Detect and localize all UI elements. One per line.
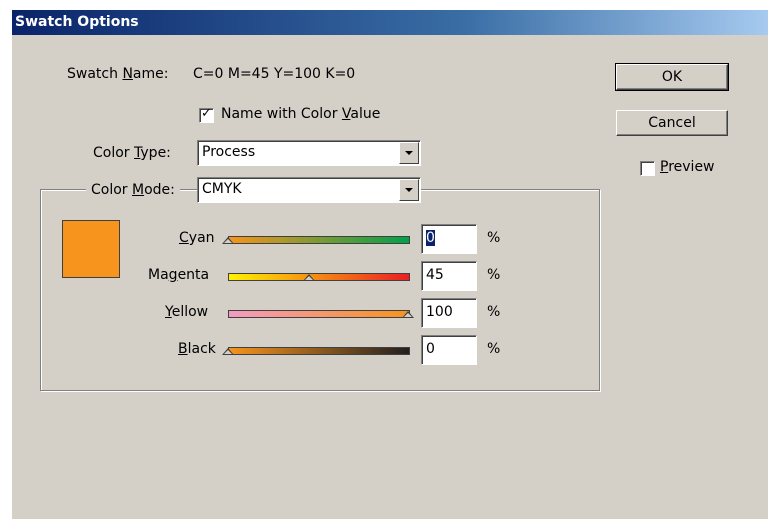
magenta-slider-thumb[interactable] (303, 274, 315, 281)
yellow-percent: % (487, 304, 501, 320)
preview-checkbox[interactable] (640, 161, 655, 176)
magenta-percent: % (487, 267, 501, 283)
color-type-select[interactable]: Process (197, 140, 421, 166)
name-with-color-value-label: Name with Color Value (221, 106, 381, 122)
color-mode-label: Color Mode: (86, 182, 180, 198)
color-mode-group (40, 189, 600, 391)
magenta-input[interactable]: 45 (421, 261, 477, 291)
color-swatch-preview (62, 220, 120, 278)
cyan-label: Cyan (179, 230, 215, 246)
cancel-button[interactable]: Cancel (616, 110, 728, 136)
cyan-slider[interactable] (228, 236, 410, 244)
black-slider[interactable] (228, 347, 410, 355)
checkmark-icon: ✓ (201, 106, 212, 121)
name-with-color-value-checkbox[interactable]: ✓ (199, 106, 214, 123)
black-slider-thumb[interactable] (222, 348, 234, 355)
yellow-slider[interactable] (228, 310, 410, 318)
chevron-down-icon[interactable] (399, 142, 419, 164)
color-mode-select[interactable]: CMYK (197, 177, 421, 203)
cyan-input[interactable]: 0 (421, 224, 477, 254)
cyan-slider-thumb[interactable] (222, 237, 234, 244)
color-type-label: Color Type: (93, 145, 171, 161)
color-mode-value: CMYK (202, 181, 242, 197)
yellow-input[interactable]: 100 (421, 298, 477, 328)
chevron-down-icon[interactable] (399, 179, 419, 201)
magenta-label: Magenta (148, 267, 210, 283)
dialog-title: Swatch Options (15, 14, 139, 30)
cyan-percent: % (487, 230, 501, 246)
title-bar: Swatch Options (12, 10, 768, 35)
ok-button[interactable]: OK (615, 63, 729, 91)
color-type-value: Process (202, 144, 256, 160)
yellow-label: Yellow (165, 304, 209, 320)
swatch-name-label: Swatch Name: (67, 66, 169, 82)
black-input[interactable]: 0 (421, 335, 477, 365)
black-label: Black (178, 341, 216, 357)
preview-label: Preview (660, 159, 715, 175)
swatch-name-value: C=0 M=45 Y=100 K=0 (193, 66, 356, 82)
magenta-slider[interactable] (228, 273, 410, 281)
black-percent: % (487, 341, 501, 357)
yellow-slider-thumb[interactable] (402, 311, 414, 318)
